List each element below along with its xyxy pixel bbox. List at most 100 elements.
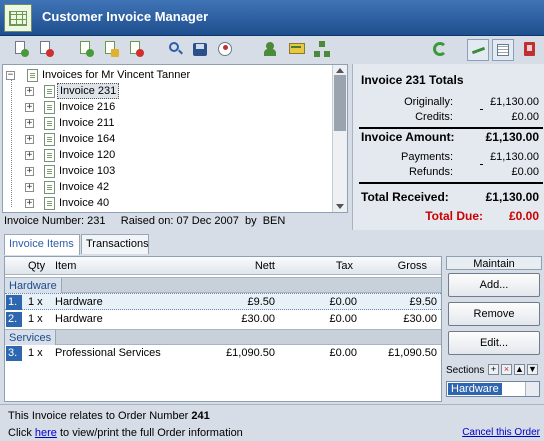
row-tax: £0.00 [329, 347, 357, 359]
tree-item-label: Invoice 103 [59, 165, 116, 177]
row-number: 2. [6, 312, 22, 327]
refunds-value: £0.00 [511, 166, 539, 178]
here-link[interactable]: here [35, 427, 57, 439]
add-customer-icon[interactable] [262, 40, 280, 58]
tree-item[interactable]: + Invoice 216 [3, 99, 333, 115]
spinner-icon[interactable] [525, 382, 539, 396]
total-due-label: Total Due: [425, 209, 483, 223]
expand-icon[interactable]: + [25, 199, 34, 208]
scroll-up-icon[interactable] [336, 68, 344, 73]
search-icon[interactable] [166, 40, 184, 58]
row-item: Hardware [55, 296, 103, 308]
invoice-amount-label: Invoice Amount: [361, 130, 455, 144]
tree-item[interactable]: + Invoice 42 [3, 179, 333, 195]
divider [359, 127, 543, 129]
invoice-number: 231 [87, 215, 106, 227]
row-qty: 1 x [28, 313, 43, 325]
add-item-icon[interactable] [77, 40, 95, 58]
tree-item[interactable]: + Invoice 40 [3, 195, 333, 211]
title-bar: Customer Invoice Manager [0, 0, 544, 36]
delete-invoice-icon[interactable] [37, 40, 55, 58]
tree-item[interactable]: + Invoice 231 [3, 83, 333, 99]
expand-icon[interactable]: + [25, 167, 34, 176]
cancel-order-link[interactable]: Cancel this Order [462, 427, 540, 438]
invoice-status-line: Invoice Number: 231 Raised on: 07 Dec 20… [4, 214, 348, 228]
scroll-down-icon[interactable] [336, 204, 344, 209]
total-due-value: £0.00 [508, 209, 539, 223]
col-gross[interactable]: Gross [398, 258, 427, 274]
row-nett: £1,090.50 [226, 347, 275, 359]
row-nett: £30.00 [241, 313, 275, 325]
section-select[interactable]: Hardware [446, 381, 540, 397]
delete-item-icon[interactable] [127, 40, 145, 58]
columns-icon[interactable] [492, 39, 514, 61]
move-up-icon[interactable]: ▲ [514, 364, 525, 375]
new-invoice-icon[interactable] [12, 40, 30, 58]
view-text: to view/print the full Order information [60, 427, 243, 439]
folder-icon [27, 69, 38, 82]
print-icon[interactable] [216, 40, 234, 58]
table-row[interactable]: 1. 1 x Hardware £9.50 £0.00 £9.50 [5, 293, 441, 310]
app-title: Customer Invoice Manager [42, 9, 209, 24]
collapse-icon[interactable] [467, 39, 489, 61]
invoice-icon [44, 149, 55, 162]
edit-button[interactable]: Edit... [448, 331, 540, 355]
credits-value: £0.00 [511, 111, 539, 123]
expand-icon[interactable]: + [25, 151, 34, 160]
tree-item[interactable]: + Invoice 103 [3, 163, 333, 179]
col-nett[interactable]: Nett [255, 258, 275, 274]
exit-icon[interactable] [521, 40, 539, 58]
invoice-items-grid[interactable]: Qty Item Nett Tax Gross Hardware 1. 1 x … [4, 256, 442, 402]
total-due-row: Total Due: £0.00 [353, 209, 544, 223]
tab-invoice-items[interactable]: Invoice Items [4, 234, 80, 255]
table-row[interactable]: 2. 1 x Hardware £30.00 £0.00 £30.00 [5, 311, 441, 328]
tree-item[interactable]: + Invoice 164 [3, 131, 333, 147]
originally-label: Originally: [404, 96, 453, 108]
tree-item-label: Invoice 40 [59, 197, 110, 209]
invoice-amount-row: Invoice Amount: £1,130.00 [353, 130, 544, 144]
col-tax[interactable]: Tax [336, 258, 353, 274]
move-down-icon[interactable]: ▼ [527, 364, 538, 375]
footer: This Invoice relates to Order Number 241… [0, 404, 544, 441]
payments-value: £1,130.00 [490, 151, 539, 163]
row-nett: £9.50 [247, 296, 275, 308]
tree-item[interactable]: + Invoice 211 [3, 115, 333, 131]
row-qty: 1 x [28, 347, 43, 359]
refresh-icon[interactable] [431, 40, 449, 58]
tree-item-label: Invoice 164 [59, 133, 116, 145]
expand-icon[interactable]: + [25, 119, 34, 128]
expand-icon[interactable]: + [25, 183, 34, 192]
tree-root-label: Invoices for Mr Vincent Tanner [42, 69, 191, 81]
add-button[interactable]: Add... [448, 273, 540, 297]
invoice-tree[interactable]: − Invoices for Mr Vincent Tanner + Invoi… [2, 64, 348, 213]
section-row-services[interactable]: Services [5, 329, 441, 345]
totals-panel: Invoice 231 Totals Originally: £1,130.00… [352, 64, 544, 230]
delete-section-icon[interactable]: × [501, 364, 512, 375]
remove-button[interactable]: Remove [448, 302, 540, 326]
invoice-icon [44, 181, 55, 194]
tree-scrollbar[interactable] [332, 65, 347, 212]
originally-value: £1,130.00 [490, 96, 539, 108]
card-icon[interactable] [288, 40, 306, 58]
tree-root[interactable]: − Invoices for Mr Vincent Tanner [3, 67, 333, 83]
section-row-hardware[interactable]: Hardware [5, 277, 441, 293]
invoice-number-label: Invoice Number: [4, 215, 85, 227]
expand-icon[interactable]: + [25, 103, 34, 112]
scroll-thumb[interactable] [334, 75, 346, 131]
table-row[interactable]: 3. 1 x Professional Services £1,090.50 £… [5, 345, 441, 362]
payments-row: Payments: £1,130.00 [353, 150, 544, 164]
credits-row: Credits: £0.00 [353, 110, 544, 124]
expand-icon[interactable]: + [25, 87, 34, 96]
network-icon[interactable] [313, 40, 331, 58]
expand-icon[interactable]: + [25, 135, 34, 144]
col-item[interactable]: Item [55, 258, 76, 274]
order-number: 241 [191, 410, 210, 422]
tree-item-label: Invoice 216 [59, 101, 116, 113]
edit-item-icon[interactable] [102, 40, 120, 58]
row-item: Hardware [55, 313, 103, 325]
tab-transactions[interactable]: Transactions [81, 234, 149, 254]
tree-item[interactable]: + Invoice 120 [3, 147, 333, 163]
save-icon[interactable] [191, 40, 209, 58]
col-qty[interactable]: Qty [28, 258, 45, 274]
add-section-icon[interactable]: + [488, 364, 499, 375]
